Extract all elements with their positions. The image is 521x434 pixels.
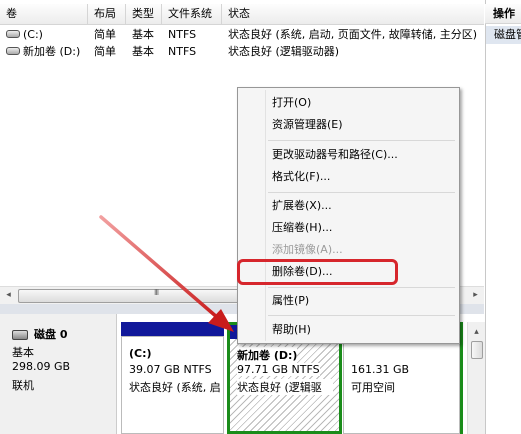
partition-size: 97.71 GB NTFS	[237, 363, 320, 376]
menu-separator	[268, 287, 455, 288]
menu-item-explorer[interactable]: 资源管理器(E)	[272, 115, 343, 135]
menu-item-add-mirror: 添加镜像(A)...	[272, 243, 343, 256]
column-header-layout[interactable]: 布局	[88, 4, 126, 24]
volume-name: (C:)	[23, 28, 43, 41]
volume-status: 状态良好 (逻辑驱动器)	[228, 45, 340, 58]
partition-name: 新加卷 (D:)	[237, 347, 298, 363]
vertical-scrollbar[interactable]: ▴	[467, 322, 485, 434]
partition-c[interactable]: (C:) 39.07 GB NTFS 状态良好 (系统, 启	[121, 322, 224, 434]
column-header-type[interactable]: 类型	[126, 4, 162, 24]
scroll-right-icon[interactable]: ▸	[467, 287, 484, 304]
volume-layout: 简单	[94, 28, 116, 41]
partition-size: 39.07 GB NTFS	[129, 363, 212, 376]
actions-header: 操作	[485, 4, 521, 24]
scrollbar-thumb[interactable]	[471, 341, 483, 359]
partition-bar	[121, 322, 224, 336]
menu-item-format[interactable]: 格式化(F)...	[272, 167, 330, 187]
volume-status: 状态良好 (系统, 启动, 页面文件, 故障转储, 主分区)	[228, 28, 478, 41]
volume-list-header: 卷 布局 类型 文件系统 状态	[0, 4, 484, 25]
volume-name: 新加卷 (D:)	[23, 45, 81, 58]
scrollbar-grip-icon: III	[154, 288, 159, 297]
volume-filesystem: NTFS	[168, 45, 197, 58]
menu-separator	[268, 315, 455, 316]
volume-type: 基本	[132, 45, 154, 58]
volume-filesystem: NTFS	[168, 28, 197, 41]
annotation-highlight-box	[237, 259, 398, 285]
context-menu: 打开(O) 资源管理器(E) 更改驱动器号和路径(C)... 格式化(F)...…	[237, 87, 460, 344]
column-header-status[interactable]: 状态	[222, 4, 484, 24]
partition-name: (C:)	[129, 347, 152, 360]
drive-icon	[6, 30, 20, 38]
menu-item-open[interactable]: 打开(O)	[272, 93, 311, 113]
disk-icon	[12, 330, 28, 340]
drive-icon	[6, 47, 20, 55]
menu-separator	[268, 192, 455, 193]
partition-size: 161.31 GB	[351, 363, 410, 376]
disk-size: 298.09 GB	[12, 360, 71, 373]
actions-panel	[485, 0, 521, 434]
partition-status: 可用空间	[351, 381, 395, 394]
disk-state: 联机	[12, 379, 34, 392]
actions-item-disk-management[interactable]: 磁盘管理	[486, 26, 521, 44]
disk-0-label[interactable]: 磁盘 0 基本 298.09 GB 联机	[0, 314, 117, 434]
volume-row-d[interactable]: 新加卷 (D:) 简单 基本 NTFS 状态良好 (逻辑驱动器)	[0, 43, 484, 60]
menu-item-properties[interactable]: 属性(P)	[272, 291, 309, 311]
menu-item-change-drive-letter[interactable]: 更改驱动器号和路径(C)...	[272, 145, 398, 165]
menu-item-shrink-volume[interactable]: 压缩卷(H)...	[272, 218, 332, 238]
column-header-filesystem[interactable]: 文件系统	[162, 4, 222, 24]
scroll-left-icon[interactable]: ◂	[0, 287, 17, 304]
disk-type: 基本	[12, 346, 34, 359]
menu-item-help[interactable]: 帮助(H)	[272, 320, 311, 340]
volume-row-c[interactable]: (C:) 简单 基本 NTFS 状态良好 (系统, 启动, 页面文件, 故障转储…	[0, 26, 484, 43]
partition-status: 状态良好 (逻辑驱	[237, 379, 333, 395]
volume-type: 基本	[132, 28, 154, 41]
column-header-volume[interactable]: 卷	[0, 4, 88, 24]
volume-layout: 简单	[94, 45, 116, 58]
scroll-up-icon[interactable]: ▴	[468, 324, 485, 341]
partition-status: 状态良好 (系统, 启	[129, 381, 221, 394]
disk-name: 磁盘 0	[34, 328, 68, 341]
menu-item-extend-volume[interactable]: 扩展卷(X)...	[272, 196, 332, 216]
menu-separator	[268, 140, 455, 141]
